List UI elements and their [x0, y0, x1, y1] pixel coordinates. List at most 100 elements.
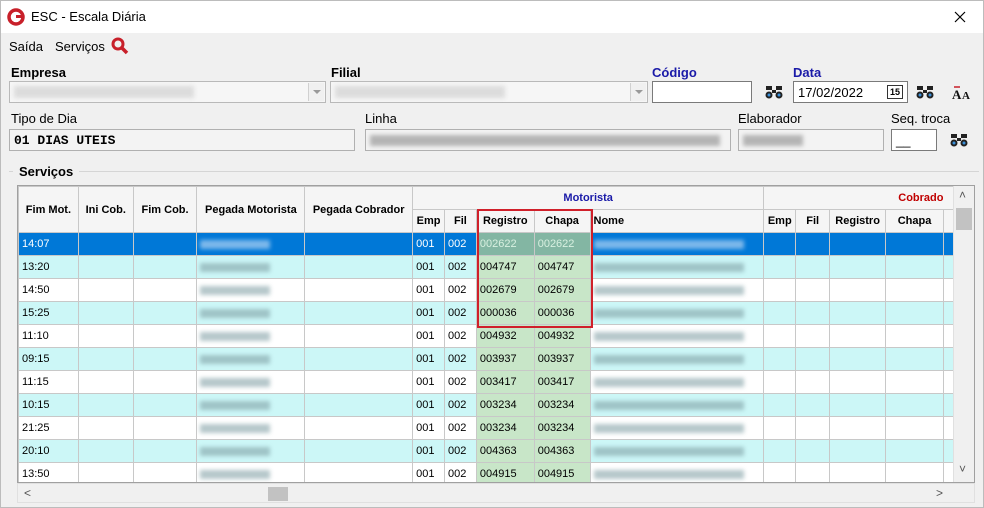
cobrador-fil-cell[interactable]	[795, 232, 831, 256]
pegada-cobrador-cell[interactable]	[304, 324, 414, 348]
nome-cell[interactable]	[589, 347, 765, 371]
cobrador-fil-cell[interactable]	[795, 439, 831, 463]
cobrador-chapa-cell[interactable]	[885, 347, 944, 371]
chapa-cell[interactable]: 002679	[533, 278, 591, 302]
header-fil[interactable]: Fil	[443, 209, 477, 233]
header-pegada-motorista[interactable]: Pegada Motorista	[196, 186, 306, 233]
header-cobrador-registro[interactable]: Registro	[829, 209, 887, 233]
table-row[interactable]: 21:25 001 002 003234 003234	[18, 416, 974, 440]
table-row[interactable]: 20:10 001 002 004363 004363	[18, 439, 974, 463]
cobrador-emp-cell[interactable]	[763, 255, 797, 279]
emp-cell[interactable]: 001	[412, 439, 445, 463]
fim-cob-cell[interactable]	[132, 370, 198, 394]
chevron-down-icon[interactable]	[630, 83, 646, 101]
cobrador-emp-cell[interactable]	[763, 278, 797, 302]
fil-cell[interactable]: 002	[443, 301, 477, 325]
ini-cob-cell[interactable]	[77, 462, 134, 482]
emp-cell[interactable]: 001	[412, 278, 445, 302]
fim-mot-cell[interactable]: 20:10	[18, 439, 79, 463]
fil-cell[interactable]: 002	[443, 439, 477, 463]
table-row[interactable]: 15:25 001 002 000036 000036	[18, 301, 974, 325]
nome-cell[interactable]	[589, 232, 765, 256]
chapa-cell[interactable]: 003417	[533, 370, 591, 394]
filial-select[interactable]	[330, 81, 648, 103]
pegada-motorista-cell[interactable]	[196, 232, 306, 256]
fil-cell[interactable]: 002	[443, 393, 477, 417]
chevron-right-icon[interactable]: >	[936, 486, 943, 500]
fim-cob-cell[interactable]	[132, 278, 198, 302]
fim-cob-cell[interactable]	[132, 393, 198, 417]
cobrador-registro-cell[interactable]	[829, 393, 887, 417]
table-row[interactable]: 09:15 001 002 003937 003937	[18, 347, 974, 371]
font-size-icon[interactable]: AA	[951, 83, 975, 103]
pegada-motorista-cell[interactable]	[196, 393, 306, 417]
nome-cell[interactable]	[589, 301, 765, 325]
binoculars-icon[interactable]	[949, 130, 969, 150]
fim-mot-cell[interactable]: 09:15	[18, 347, 79, 371]
vertical-scrollbar[interactable]: ˄ ˅	[953, 186, 974, 482]
nome-cell[interactable]	[589, 278, 765, 302]
registro-cell[interactable]: 003234	[475, 416, 535, 440]
seq-troca-field[interactable]: __	[891, 129, 937, 151]
emp-cell[interactable]: 001	[412, 232, 445, 256]
data-field[interactable]: 17/02/2022 15	[793, 81, 908, 103]
servicos-grid[interactable]: Fim Mot. Ini Cob. Fim Cob. Pegada Motori…	[17, 185, 975, 483]
table-row[interactable]: 14:50 001 002 002679 002679	[18, 278, 974, 302]
cobrador-fil-cell[interactable]	[795, 301, 831, 325]
fil-cell[interactable]: 002	[443, 324, 477, 348]
fim-cob-cell[interactable]	[132, 255, 198, 279]
ini-cob-cell[interactable]	[77, 278, 134, 302]
registro-cell[interactable]: 000036	[475, 301, 535, 325]
cobrador-fil-cell[interactable]	[795, 370, 831, 394]
fim-cob-cell[interactable]	[132, 462, 198, 482]
horizontal-scroll-thumb[interactable]	[268, 487, 288, 501]
fim-mot-cell[interactable]: 14:07	[18, 232, 79, 256]
horizontal-scrollbar[interactable]: < >	[17, 483, 975, 503]
cobrador-registro-cell[interactable]	[829, 278, 887, 302]
fil-cell[interactable]: 002	[443, 462, 477, 482]
pegada-cobrador-cell[interactable]	[304, 232, 414, 256]
fil-cell[interactable]: 002	[443, 347, 477, 371]
table-row[interactable]: 11:15 001 002 003417 003417	[18, 370, 974, 394]
emp-cell[interactable]: 001	[412, 255, 445, 279]
ini-cob-cell[interactable]	[77, 324, 134, 348]
fim-cob-cell[interactable]	[132, 232, 198, 256]
cobrador-emp-cell[interactable]	[763, 370, 797, 394]
cobrador-chapa-cell[interactable]	[885, 324, 944, 348]
calendar-icon[interactable]: 15	[887, 85, 903, 99]
fim-mot-cell[interactable]: 14:50	[18, 278, 79, 302]
cobrador-chapa-cell[interactable]	[885, 278, 944, 302]
pegada-cobrador-cell[interactable]	[304, 255, 414, 279]
ini-cob-cell[interactable]	[77, 416, 134, 440]
header-cobrador-fil[interactable]: Fil	[795, 209, 831, 233]
cobrador-registro-cell[interactable]	[829, 347, 887, 371]
cobrador-chapa-cell[interactable]	[885, 416, 944, 440]
ini-cob-cell[interactable]	[77, 439, 134, 463]
pegada-motorista-cell[interactable]	[196, 324, 306, 348]
pegada-cobrador-cell[interactable]	[304, 462, 414, 482]
cobrador-registro-cell[interactable]	[829, 301, 887, 325]
chapa-cell[interactable]: 000036	[533, 301, 591, 325]
registro-cell[interactable]: 002622	[475, 232, 535, 256]
chapa-cell[interactable]: 004915	[533, 462, 591, 482]
header-nome[interactable]: Nome	[589, 209, 765, 233]
pegada-cobrador-cell[interactable]	[304, 347, 414, 371]
cobrador-fil-cell[interactable]	[795, 278, 831, 302]
pegada-motorista-cell[interactable]	[196, 347, 306, 371]
cobrador-chapa-cell[interactable]	[885, 370, 944, 394]
cobrador-emp-cell[interactable]	[763, 324, 797, 348]
cobrador-fil-cell[interactable]	[795, 462, 831, 482]
table-row[interactable]: 13:20 001 002 004747 004747	[18, 255, 974, 279]
fim-mot-cell[interactable]: 11:10	[18, 324, 79, 348]
fil-cell[interactable]: 002	[443, 416, 477, 440]
header-ini-cob[interactable]: Ini Cob.	[77, 186, 134, 233]
cobrador-chapa-cell[interactable]	[885, 255, 944, 279]
ini-cob-cell[interactable]	[77, 347, 134, 371]
nome-cell[interactable]	[589, 255, 765, 279]
pegada-motorista-cell[interactable]	[196, 439, 306, 463]
chapa-cell[interactable]: 003937	[533, 347, 591, 371]
pegada-cobrador-cell[interactable]	[304, 416, 414, 440]
cobrador-registro-cell[interactable]	[829, 232, 887, 256]
cobrador-fil-cell[interactable]	[795, 324, 831, 348]
header-registro[interactable]: Registro	[475, 209, 535, 233]
